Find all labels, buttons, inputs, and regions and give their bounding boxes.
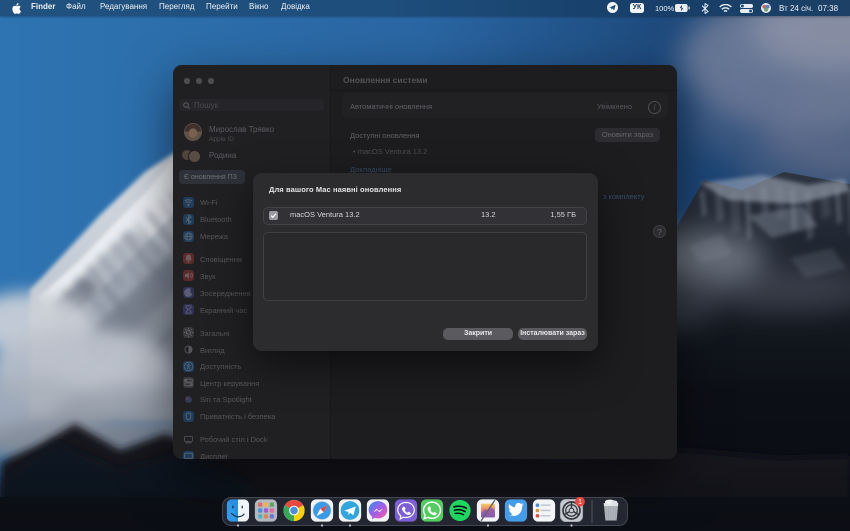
- svg-text:1: 1: [578, 499, 582, 506]
